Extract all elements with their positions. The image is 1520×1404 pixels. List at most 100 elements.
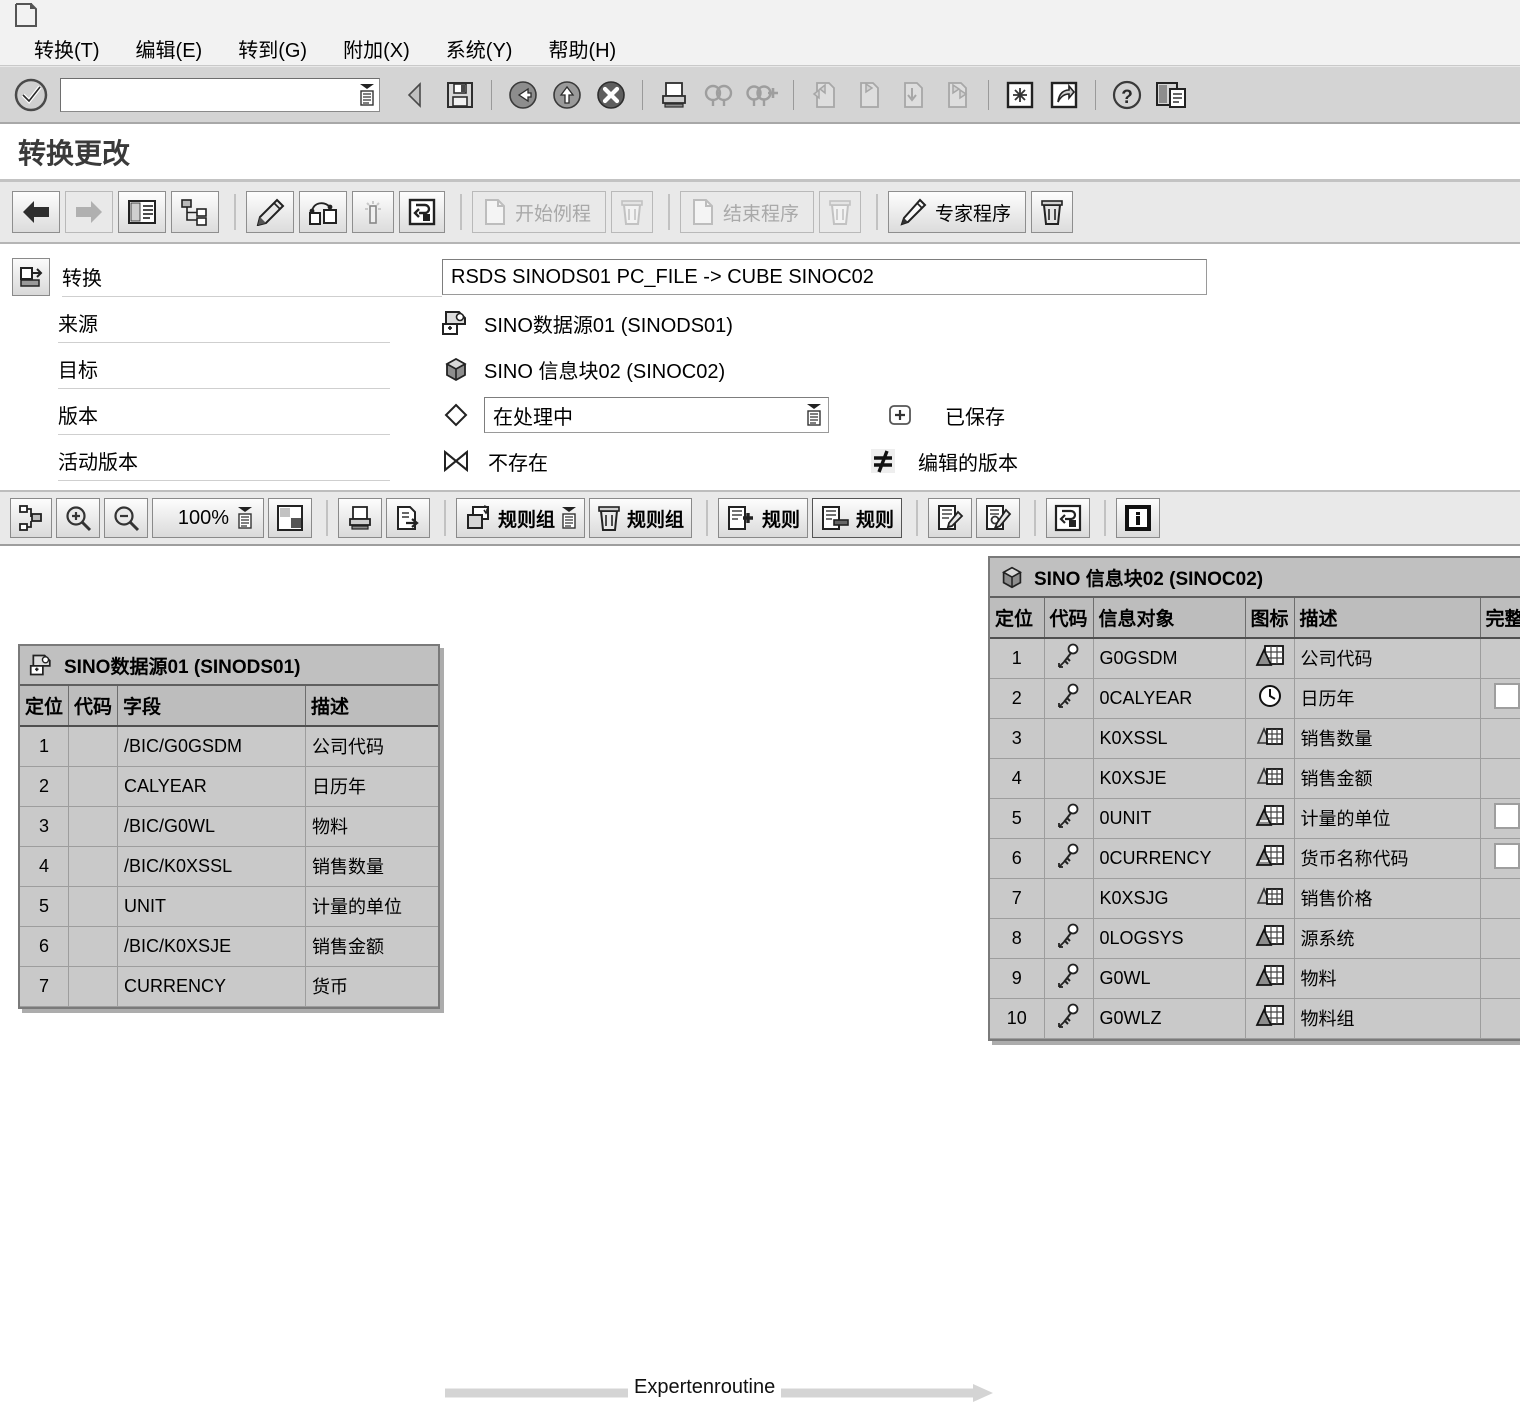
create-rule-group-button[interactable]: 规则组	[456, 498, 586, 538]
find-button[interactable]	[696, 73, 740, 117]
back-triangle-icon-button[interactable]	[394, 73, 438, 117]
table-row[interactable]: 3 K0XSSL 销售数量	[990, 718, 1520, 759]
source-col-position[interactable]: 定位	[20, 686, 70, 727]
source-col-description[interactable]: 描述	[305, 686, 438, 727]
menu-goto[interactable]: 转到(G)	[238, 34, 307, 63]
target-col-infoobject[interactable]: 信息对象	[1093, 598, 1246, 639]
delete-start-routine-button[interactable]	[611, 191, 654, 233]
source-col-code[interactable]: 代码	[68, 686, 119, 727]
table-row[interactable]: 10 G0WLZ 物料组	[990, 998, 1520, 1039]
infocube-icon[interactable]	[434, 354, 478, 384]
export-graphic-button[interactable]	[386, 498, 430, 538]
next-page-button[interactable]	[891, 73, 935, 117]
edit-rule-detail-button[interactable]	[976, 498, 1021, 538]
menu-extras[interactable]: 附加(X)	[343, 34, 410, 63]
create-session-button[interactable]	[998, 73, 1042, 117]
target-row-complete[interactable]	[1480, 718, 1520, 759]
last-page-button[interactable]	[935, 73, 979, 117]
delete-end-routine-button[interactable]	[819, 191, 862, 233]
end-routine-button[interactable]: 结束程序	[680, 191, 815, 233]
help-button[interactable]: ?	[1105, 73, 1149, 117]
table-row[interactable]: 6/BIC/K0XSJE 销售金额	[20, 926, 438, 967]
transformation-name-input[interactable]: RSDS SINODS01 PC_FILE -> CUBE SINOC02	[442, 259, 1207, 295]
target-row-complete[interactable]	[1480, 838, 1520, 879]
target-col-description[interactable]: 描述	[1294, 598, 1481, 639]
generate-button[interactable]	[399, 191, 445, 233]
check-button[interactable]	[352, 191, 394, 233]
table-row[interactable]: 4 K0XSJE 销售金额	[990, 758, 1520, 799]
complete-checkbox[interactable]	[1494, 802, 1520, 829]
table-row[interactable]: 5 0UNIT 计量的单位	[990, 798, 1520, 839]
layout-menu-button[interactable]	[1149, 73, 1193, 117]
datasource-icon[interactable]	[434, 308, 478, 338]
table-row[interactable]: 4/BIC/K0XSSL 销售数量	[20, 846, 438, 887]
target-row-complete[interactable]	[1480, 678, 1520, 719]
target-structure-table[interactable]: SINO 信息块02 (SINOC02) 定位 代码 信息对象 图标 描述 完整…	[988, 556, 1520, 1041]
complete-checkbox[interactable]	[1494, 842, 1520, 869]
print-graphic-button[interactable]	[338, 498, 382, 538]
transformation-icon[interactable]	[12, 258, 50, 296]
complete-checkbox[interactable]	[1494, 682, 1520, 709]
table-row[interactable]: 7 CURRENCY 货币	[20, 966, 438, 1007]
table-row[interactable]: 9 G0WL 物料	[990, 958, 1520, 999]
graphic-button[interactable]	[299, 191, 347, 233]
target-row-complete[interactable]	[1480, 998, 1520, 1039]
command-history-icon[interactable]	[359, 83, 375, 107]
delete-rule-group-button[interactable]: 规则组	[589, 498, 693, 538]
previous-page-button[interactable]	[847, 73, 891, 117]
table-row[interactable]: 6 0CURRENCY 货币名称代码	[990, 838, 1520, 879]
back-button[interactable]	[12, 191, 60, 233]
source-structure-table[interactable]: SINO数据源01 (SINODS01) 定位 代码 字段 描述 1/BIC/G…	[18, 644, 440, 1009]
target-row-complete[interactable]	[1480, 878, 1520, 919]
hierarchy-button[interactable]	[171, 191, 219, 233]
rule-edit-button[interactable]	[246, 191, 294, 233]
target-col-complete[interactable]: 完整	[1480, 598, 1520, 639]
target-row-complete[interactable]	[1480, 958, 1520, 999]
version-select[interactable]: 在处理中	[484, 397, 829, 433]
find-next-button[interactable]	[740, 73, 784, 117]
fit-view-button[interactable]	[268, 498, 312, 538]
dropdown-list-icon[interactable]	[561, 506, 577, 530]
info-button[interactable]	[1116, 498, 1161, 538]
menu-help[interactable]: 帮助(H)	[548, 34, 616, 63]
dropdown-list-icon[interactable]	[806, 403, 822, 427]
expert-routine-button[interactable]: 专家程序	[888, 191, 1027, 233]
table-row[interactable]: 2 CALYEAR 日历年	[20, 766, 438, 807]
zoom-in-button[interactable]	[56, 498, 100, 538]
zoom-out-button[interactable]	[104, 498, 148, 538]
target-col-position[interactable]: 定位	[990, 598, 1045, 639]
table-row[interactable]: 3/BIC/G0WL 物料	[20, 806, 438, 847]
delete-expert-routine-button[interactable]	[1031, 191, 1074, 233]
target-row-complete[interactable]	[1480, 638, 1520, 679]
enter-ok-icon[interactable]	[10, 73, 54, 117]
target-row-complete[interactable]	[1480, 918, 1520, 959]
first-page-button[interactable]	[803, 73, 847, 117]
menu-system[interactable]: 系统(Y)	[446, 34, 513, 63]
menu-transformation[interactable]: 转换(T)	[34, 34, 100, 63]
dropdown-list-icon[interactable]	[237, 506, 253, 530]
menu-edit[interactable]: 编辑(E)	[136, 34, 203, 63]
detail-view-button[interactable]	[118, 191, 166, 233]
create-shortcut-button[interactable]	[1042, 73, 1086, 117]
source-col-field[interactable]: 字段	[117, 686, 307, 727]
command-field[interactable]	[60, 77, 380, 112]
table-row[interactable]: 1 G0GSDM 公司代码	[990, 638, 1520, 679]
layout-button[interactable]	[10, 498, 52, 538]
table-row[interactable]: 2 0CALYEAR 日历年	[990, 678, 1520, 719]
target-row-complete[interactable]	[1480, 798, 1520, 839]
save-button[interactable]	[438, 73, 482, 117]
edit-rule-button[interactable]	[928, 498, 973, 538]
table-row[interactable]: 7 K0XSJG 销售价格	[990, 878, 1520, 919]
target-col-icon[interactable]: 图标	[1245, 598, 1295, 639]
cancel-button[interactable]	[589, 73, 633, 117]
table-row[interactable]: 1/BIC/G0GSDM 公司代码	[20, 726, 438, 767]
table-row[interactable]: 8 0LOGSYS 源系统	[990, 918, 1520, 959]
target-col-code[interactable]: 代码	[1044, 598, 1094, 639]
start-routine-button[interactable]: 开始例程	[472, 191, 607, 233]
table-row[interactable]: 5 UNIT 计量的单位	[20, 886, 438, 927]
target-row-complete[interactable]	[1480, 758, 1520, 799]
print-button[interactable]	[652, 73, 696, 117]
zoom-level-select[interactable]: 100%	[152, 498, 264, 538]
back-button[interactable]	[501, 73, 545, 117]
create-rule-button[interactable]: 规则	[718, 498, 809, 538]
